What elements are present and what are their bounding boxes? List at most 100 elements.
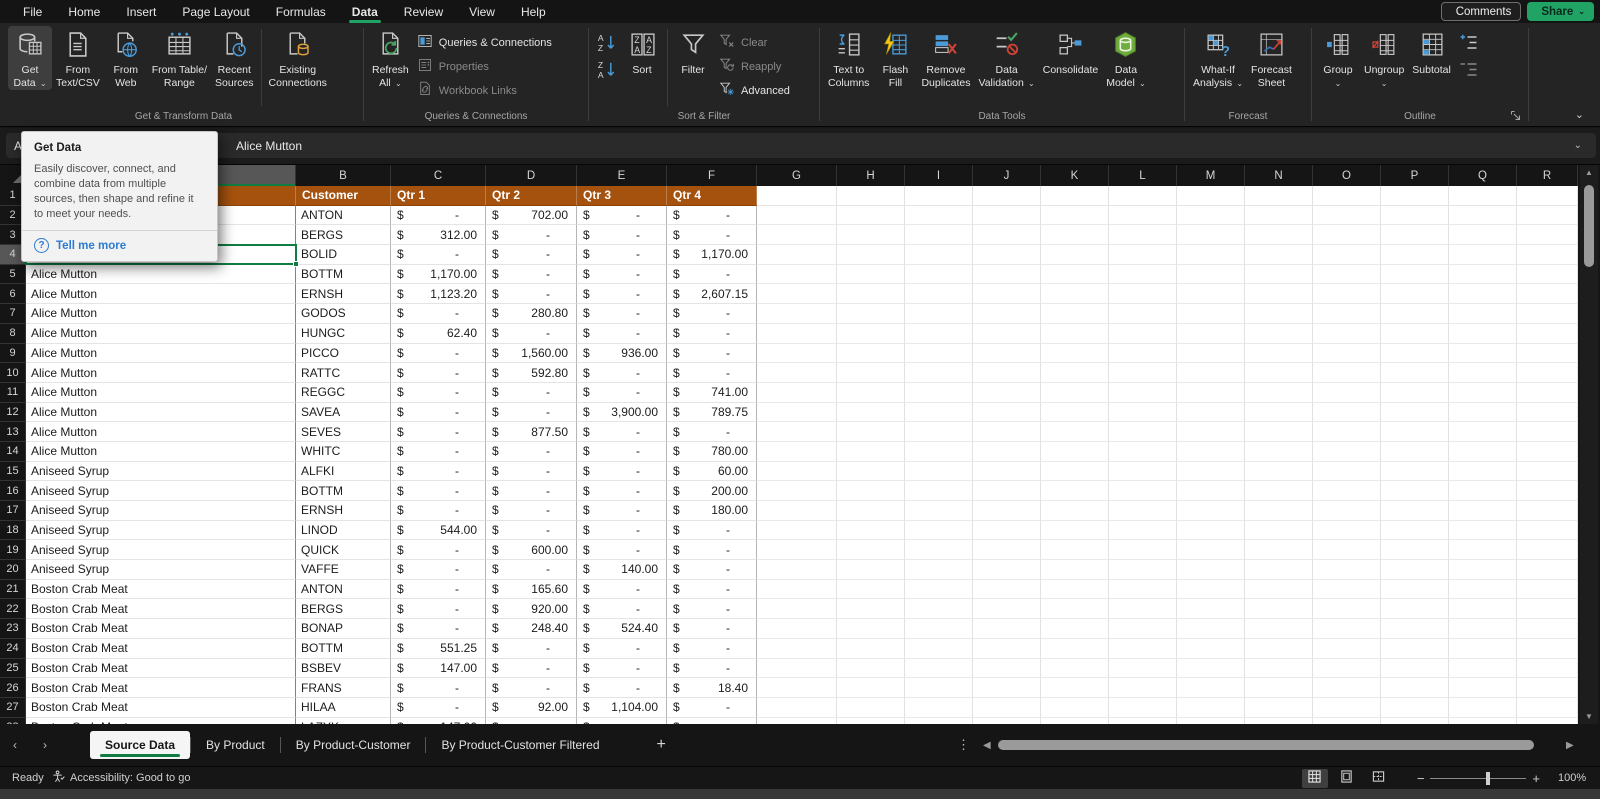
cell-empty[interactable] <box>757 324 837 344</box>
cell-customer[interactable]: BERGS <box>296 599 391 619</box>
cell-empty[interactable] <box>1517 284 1578 304</box>
cell-header-customer[interactable]: Customer <box>296 186 391 206</box>
cell-empty[interactable] <box>837 383 905 403</box>
cell-header-qtr-3[interactable]: Qtr 3 <box>577 186 667 206</box>
cell-empty[interactable] <box>1041 540 1109 560</box>
cell-customer[interactable]: ALFKI <box>296 462 391 482</box>
row-header-14[interactable]: 14 <box>0 442 26 462</box>
cell-empty[interactable] <box>1449 619 1517 639</box>
sort-descending-button[interactable]: ZA <box>596 59 617 80</box>
menu-tab-view[interactable]: View <box>456 0 508 23</box>
cell-empty[interactable] <box>905 422 973 442</box>
cell-header-qtr-4[interactable]: Qtr 4 <box>667 186 757 206</box>
cell-empty[interactable] <box>1245 540 1313 560</box>
cell-qtr2[interactable]: $- <box>486 521 577 541</box>
cell-empty[interactable] <box>1041 383 1109 403</box>
cell-empty[interactable] <box>1177 580 1245 600</box>
cell-empty[interactable] <box>1245 284 1313 304</box>
cell-empty[interactable] <box>1109 284 1177 304</box>
share-button[interactable]: Share⌄ <box>1527 2 1594 21</box>
cell-empty[interactable] <box>757 245 837 265</box>
cell-customer[interactable]: REGGC <box>296 383 391 403</box>
cell-empty[interactable] <box>1245 599 1313 619</box>
row-header-21[interactable]: 21 <box>0 580 26 600</box>
cell-qtr4[interactable]: $- <box>667 521 757 541</box>
cell-qtr4[interactable]: $- <box>667 659 757 679</box>
cell-empty[interactable] <box>757 403 837 423</box>
cell-empty[interactable] <box>1177 206 1245 226</box>
cell-empty[interactable] <box>905 186 973 206</box>
cell-empty[interactable] <box>1177 422 1245 442</box>
page-break-view-button[interactable] <box>1366 769 1392 788</box>
cell-empty[interactable] <box>1381 344 1449 364</box>
cell-customer[interactable]: BONAP <box>296 619 391 639</box>
cell-empty[interactable] <box>757 481 837 501</box>
cell-empty[interactable] <box>1313 363 1381 383</box>
cell-empty[interactable] <box>1381 580 1449 600</box>
collapse-ribbon-chevron-icon[interactable]: ⌄ <box>1575 108 1584 795</box>
row-header-20[interactable]: 20 <box>0 560 26 580</box>
cell-empty[interactable] <box>1109 245 1177 265</box>
cell-qtr1[interactable]: $- <box>391 363 486 383</box>
cell-empty[interactable] <box>1381 481 1449 501</box>
cell-empty[interactable] <box>837 344 905 364</box>
sheet-tab-source-data[interactable]: Source Data <box>90 731 190 759</box>
cell-qtr3[interactable]: $- <box>577 639 667 659</box>
cell-qtr2[interactable]: $- <box>486 560 577 580</box>
column-header-c[interactable]: C <box>391 165 486 186</box>
cell-customer[interactable]: SAVEA <box>296 403 391 423</box>
sheet-nav-prev-icon[interactable]: ‹ <box>0 738 30 752</box>
cell-empty[interactable] <box>757 540 837 560</box>
cell-qtr3[interactable]: $- <box>577 422 667 442</box>
cell-empty[interactable] <box>1177 265 1245 285</box>
cell-qtr2[interactable]: $877.50 <box>486 422 577 442</box>
cell-empty[interactable] <box>1313 599 1381 619</box>
cell-empty[interactable] <box>1313 422 1381 442</box>
cell-empty[interactable] <box>757 225 837 245</box>
cell-empty[interactable] <box>757 580 837 600</box>
cell-empty[interactable] <box>1177 560 1245 580</box>
cell-product[interactable]: Alice Mutton <box>26 442 296 462</box>
cell-empty[interactable] <box>905 284 973 304</box>
cell-empty[interactable] <box>1177 304 1245 324</box>
cell-product[interactable]: Aniseed Syrup <box>26 560 296 580</box>
cell-empty[interactable] <box>973 442 1041 462</box>
text-to-columns-button[interactable]: Text to Columns <box>824 26 873 90</box>
cell-qtr3[interactable]: $- <box>577 580 667 600</box>
cell-empty[interactable] <box>837 639 905 659</box>
cell-empty[interactable] <box>1177 521 1245 541</box>
get-data-button[interactable]: Get Data ⌄ <box>8 26 52 90</box>
sheet-nav-next-icon[interactable]: › <box>30 738 60 752</box>
cell-empty[interactable] <box>1109 639 1177 659</box>
cell-empty[interactable] <box>757 521 837 541</box>
cell-empty[interactable] <box>757 363 837 383</box>
cell-empty[interactable] <box>1109 521 1177 541</box>
column-header-l[interactable]: L <box>1109 165 1177 186</box>
cell-empty[interactable] <box>1109 422 1177 442</box>
cell-product[interactable]: Boston Crab Meat <box>26 639 296 659</box>
cell-empty[interactable] <box>1517 422 1578 442</box>
cell-qtr2[interactable]: $- <box>486 245 577 265</box>
cell-empty[interactable] <box>1245 481 1313 501</box>
cell-qtr3[interactable]: $- <box>577 442 667 462</box>
cell-qtr3[interactable]: $- <box>577 225 667 245</box>
cell-qtr2[interactable]: $248.40 <box>486 619 577 639</box>
row-header-5[interactable]: 5 <box>0 265 26 285</box>
cell-empty[interactable] <box>1177 363 1245 383</box>
cell-empty[interactable] <box>1517 698 1578 718</box>
cell-empty[interactable] <box>1041 206 1109 226</box>
cell-qtr2[interactable]: $702.00 <box>486 206 577 226</box>
cell-empty[interactable] <box>1313 462 1381 482</box>
cell-empty[interactable] <box>1517 442 1578 462</box>
cell-empty[interactable] <box>1041 521 1109 541</box>
cell-empty[interactable] <box>1245 304 1313 324</box>
cell-empty[interactable] <box>1245 186 1313 206</box>
cell-product[interactable]: Aniseed Syrup <box>26 462 296 482</box>
row-header-24[interactable]: 24 <box>0 639 26 659</box>
add-sheet-button[interactable]: + <box>643 736 680 754</box>
cell-empty[interactable] <box>757 619 837 639</box>
cell-empty[interactable] <box>1313 501 1381 521</box>
cell-empty[interactable] <box>1381 186 1449 206</box>
cell-qtr2[interactable]: $- <box>486 383 577 403</box>
cell-empty[interactable] <box>757 698 837 718</box>
